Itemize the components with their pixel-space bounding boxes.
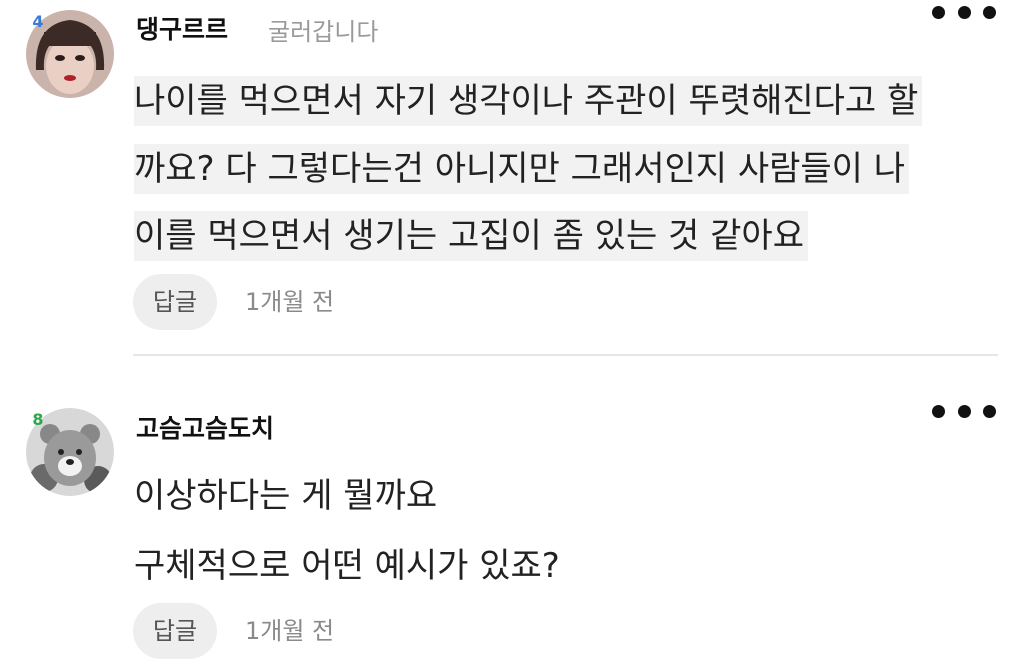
comment-text-line: 나이를 먹으면서 자기 생각이나 주관이 뚜렷해진다고 할 <box>134 76 923 126</box>
reply-button[interactable]: 답글 <box>133 274 217 330</box>
more-dots-icon <box>932 404 945 418</box>
more-options-button[interactable] <box>932 399 996 423</box>
comment-text-line: 까요? 다 그렇다는건 아니지만 그래서인지 사람들이 나 <box>134 144 910 194</box>
user-status: 굴러갑니다 <box>268 18 379 46</box>
more-dots-icon <box>957 5 971 19</box>
username[interactable]: 고슴고슴도치 <box>136 413 274 445</box>
more-options-button[interactable] <box>932 0 996 24</box>
username[interactable]: 댕구르르 <box>136 14 228 46</box>
comment-text-line: 이를 먹으면서 생기는 고집이 좀 있는 것 같아요 <box>134 211 808 261</box>
comment-text-line: 구체적으로 어떤 예시가 있죠? <box>134 546 560 586</box>
timestamp: 1개월 전 <box>245 617 335 645</box>
comment-item: 4 댕구르르 굴러갑니다 나이를 먹으면서 자기 생각이나 주관이 뚜렷해진다고… <box>0 0 1024 356</box>
more-dots-icon <box>932 5 945 19</box>
timestamp: 1개월 전 <box>245 288 335 316</box>
level-badge: 4 <box>32 12 44 31</box>
divider <box>133 354 998 356</box>
more-dots-icon <box>957 404 971 418</box>
comment-item: 8 고슴고슴도치 이상하다는 게 뭘까요 구체적으로 어떤 예시가 있죠? 답글… <box>0 358 1024 672</box>
reply-button[interactable]: 답글 <box>133 603 217 659</box>
more-dots-icon <box>983 404 996 418</box>
level-badge: 8 <box>32 410 44 429</box>
comment-text-line: 이상하다는 게 뭘까요 <box>134 476 438 516</box>
more-dots-icon <box>983 5 996 19</box>
